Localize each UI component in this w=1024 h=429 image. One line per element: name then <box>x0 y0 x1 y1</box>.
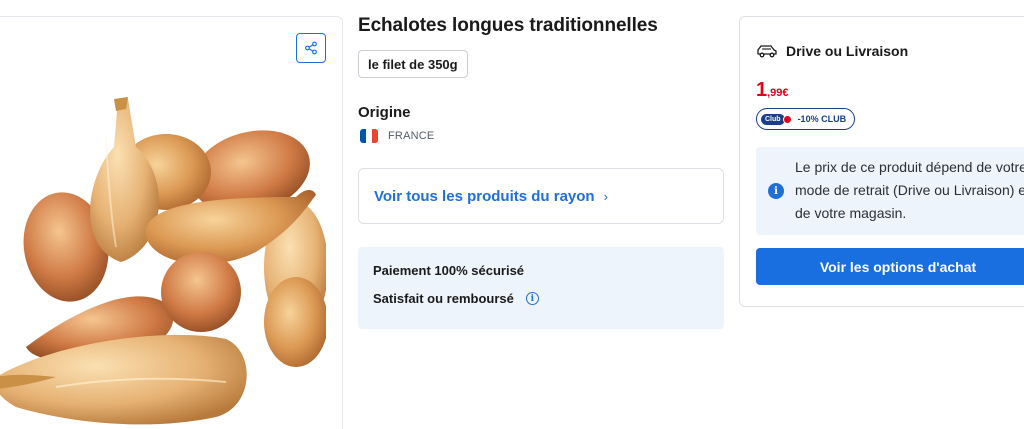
info-icon[interactable]: i <box>525 292 539 305</box>
shallots-image <box>0 97 326 425</box>
club-discount-badge: Club -10% CLUB <box>756 108 856 130</box>
price-info-text: Le prix de ce produit dépend de votre mo… <box>795 159 1024 221</box>
assurance-box: Paiement 100% sécurisé Satisfait ou remb… <box>358 247 724 329</box>
purchase-options-button[interactable]: Voir les options d'achat <box>756 248 1024 285</box>
car-icon <box>757 45 777 58</box>
price-integer: 1 <box>756 79 768 101</box>
satisfaction-text: Satisfait ou remboursé <box>373 291 514 306</box>
price: 1,99€ <box>756 79 789 102</box>
satisfaction-row: Satisfait ou remboursé i <box>373 291 539 306</box>
chevron-right-icon: › <box>603 188 608 204</box>
share-icon <box>305 41 317 55</box>
carrefour-logo-icon <box>782 114 792 124</box>
rayon-link[interactable]: Voir tous les produits du rayon <box>374 188 595 205</box>
club-logo: Club <box>761 113 785 125</box>
france-flag-icon <box>360 129 378 143</box>
delivery-header: Drive ou Livraison <box>756 43 908 59</box>
product-title: Echalotes longues traditionnelles <box>358 15 658 36</box>
pack-size-badge: le filet de 350g <box>358 50 468 78</box>
price-decimal: ,99€ <box>767 87 789 99</box>
origin-row: FRANCE <box>360 129 434 143</box>
origin-country: FRANCE <box>388 130 435 142</box>
secure-payment-text: Paiement 100% sécurisé <box>373 263 525 278</box>
info-icon: i <box>768 183 784 199</box>
delivery-title: Drive ou Livraison <box>786 43 909 59</box>
origin-label: Origine <box>358 104 411 121</box>
price-info-box: i Le prix de ce produit dépend de votre … <box>756 147 1024 235</box>
club-discount-label: -10% CLUB <box>797 114 847 124</box>
share-button[interactable] <box>296 33 326 63</box>
product-image-panel <box>0 16 343 429</box>
rayon-link-card[interactable]: Voir tous les produits du rayon › <box>358 168 724 224</box>
purchase-card: Drive ou Livraison 1,99€ Club -10% CLUB … <box>739 16 1024 307</box>
